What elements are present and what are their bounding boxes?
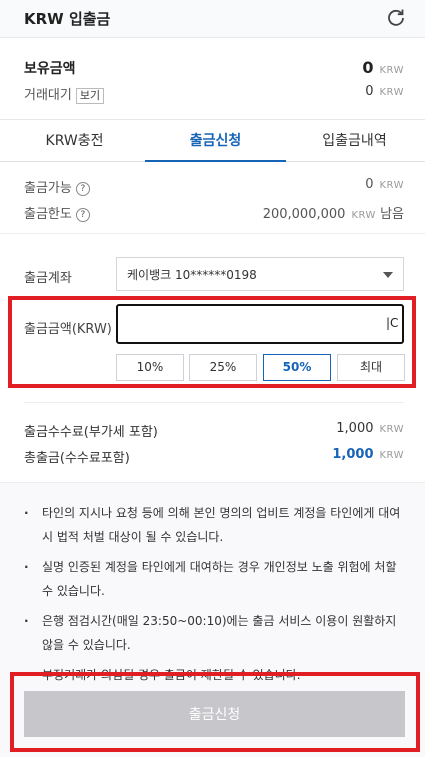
page-title: KRW 입출금 [24, 10, 111, 28]
fee-label: 출금수수료(부가세 포함) [24, 425, 158, 440]
chevron-down-icon [383, 272, 393, 278]
percent-max-button[interactable]: 최대 [337, 354, 405, 381]
limit-value: 200,000,000 [262, 207, 346, 222]
total-label: 총출금(수수료포함) [24, 451, 130, 466]
balance-label: 보유금액 [24, 61, 76, 77]
total-row: 총출금(수수료포함) 1,000 KRW [24, 447, 404, 467]
notice-item: 타인의 지시나 요청 등에 의해 본인 명의의 업비트 계정을 타인에게 대여시… [24, 501, 404, 549]
pending-row: 거래대기 보기 0 KRW [24, 84, 404, 104]
amount-input[interactable] [116, 304, 404, 344]
available-row: 출금가능? 0 KRW [24, 177, 404, 197]
divider [24, 402, 404, 403]
notice-item: 은행 점검시간(매일 23:50~00:10)에는 출금 서비스 이용이 원활하… [24, 609, 404, 657]
limits-section: 출금가능? 0 KRW 출금한도? 200,000,000 KRW 남음 [0, 162, 425, 234]
tab-history[interactable]: 입출금내역 [284, 120, 425, 162]
percent-10-button[interactable]: 10% [116, 354, 184, 381]
percent-25-button[interactable]: 25% [189, 354, 257, 381]
amount-label: 출금금액(KRW) [24, 322, 112, 337]
withdraw-submit-button[interactable]: 출금신청 [24, 691, 405, 737]
help-icon[interactable]: ? [75, 182, 90, 196]
tab-bar: KRW충전 출금신청 입출금내역 [0, 120, 425, 162]
holdings-section: 보유금액 0 KRW 거래대기 보기 0 KRW [0, 38, 425, 120]
view-button[interactable]: 보기 [75, 88, 105, 104]
balance-unit: KRW [379, 65, 404, 76]
balance-value: 0 [362, 58, 374, 77]
account-value: 케이뱅크 10******0198 [127, 268, 257, 282]
balance-row: 보유금액 0 KRW [24, 58, 404, 78]
available-unit: KRW [379, 180, 404, 191]
notice-item: 실명 인증된 계정을 타인에게 대여하는 경우 개인정보 노출 위험에 처할 수… [24, 555, 404, 603]
available-value: 0 [365, 177, 374, 192]
limit-row: 출금한도? 200,000,000 KRW 남음 [24, 203, 404, 223]
help-icon[interactable]: ? [75, 208, 90, 222]
total-unit: KRW [379, 450, 404, 461]
limit-suffix: 남음 [380, 207, 404, 222]
tab-withdraw-request[interactable]: 출금신청 [145, 120, 286, 162]
fee-unit: KRW [379, 424, 404, 435]
input-cursor: |C [386, 316, 399, 330]
refresh-icon[interactable] [386, 7, 406, 27]
available-label: 출금가능 [24, 181, 72, 196]
tab-krw-deposit[interactable]: KRW충전 [4, 120, 145, 162]
pending-value: 0 [365, 84, 374, 99]
limit-label: 출금한도 [24, 207, 72, 222]
fee-row: 출금수수료(부가세 포함) 1,000 KRW [24, 421, 404, 441]
percent-50-button[interactable]: 50% [263, 354, 331, 381]
header: KRW 입출금 [0, 0, 425, 38]
limit-unit: KRW [351, 210, 376, 221]
total-value: 1,000 [332, 447, 374, 462]
pending-label: 거래대기 [24, 88, 72, 103]
account-label: 출금계좌 [24, 271, 72, 286]
account-select[interactable]: 케이뱅크 10******0198 [116, 257, 404, 291]
pending-unit: KRW [379, 87, 404, 98]
fee-value: 1,000 [336, 421, 374, 436]
notice-list: 타인의 지시나 요청 등에 의해 본인 명의의 업비트 계정을 타인에게 대여시… [24, 501, 404, 687]
